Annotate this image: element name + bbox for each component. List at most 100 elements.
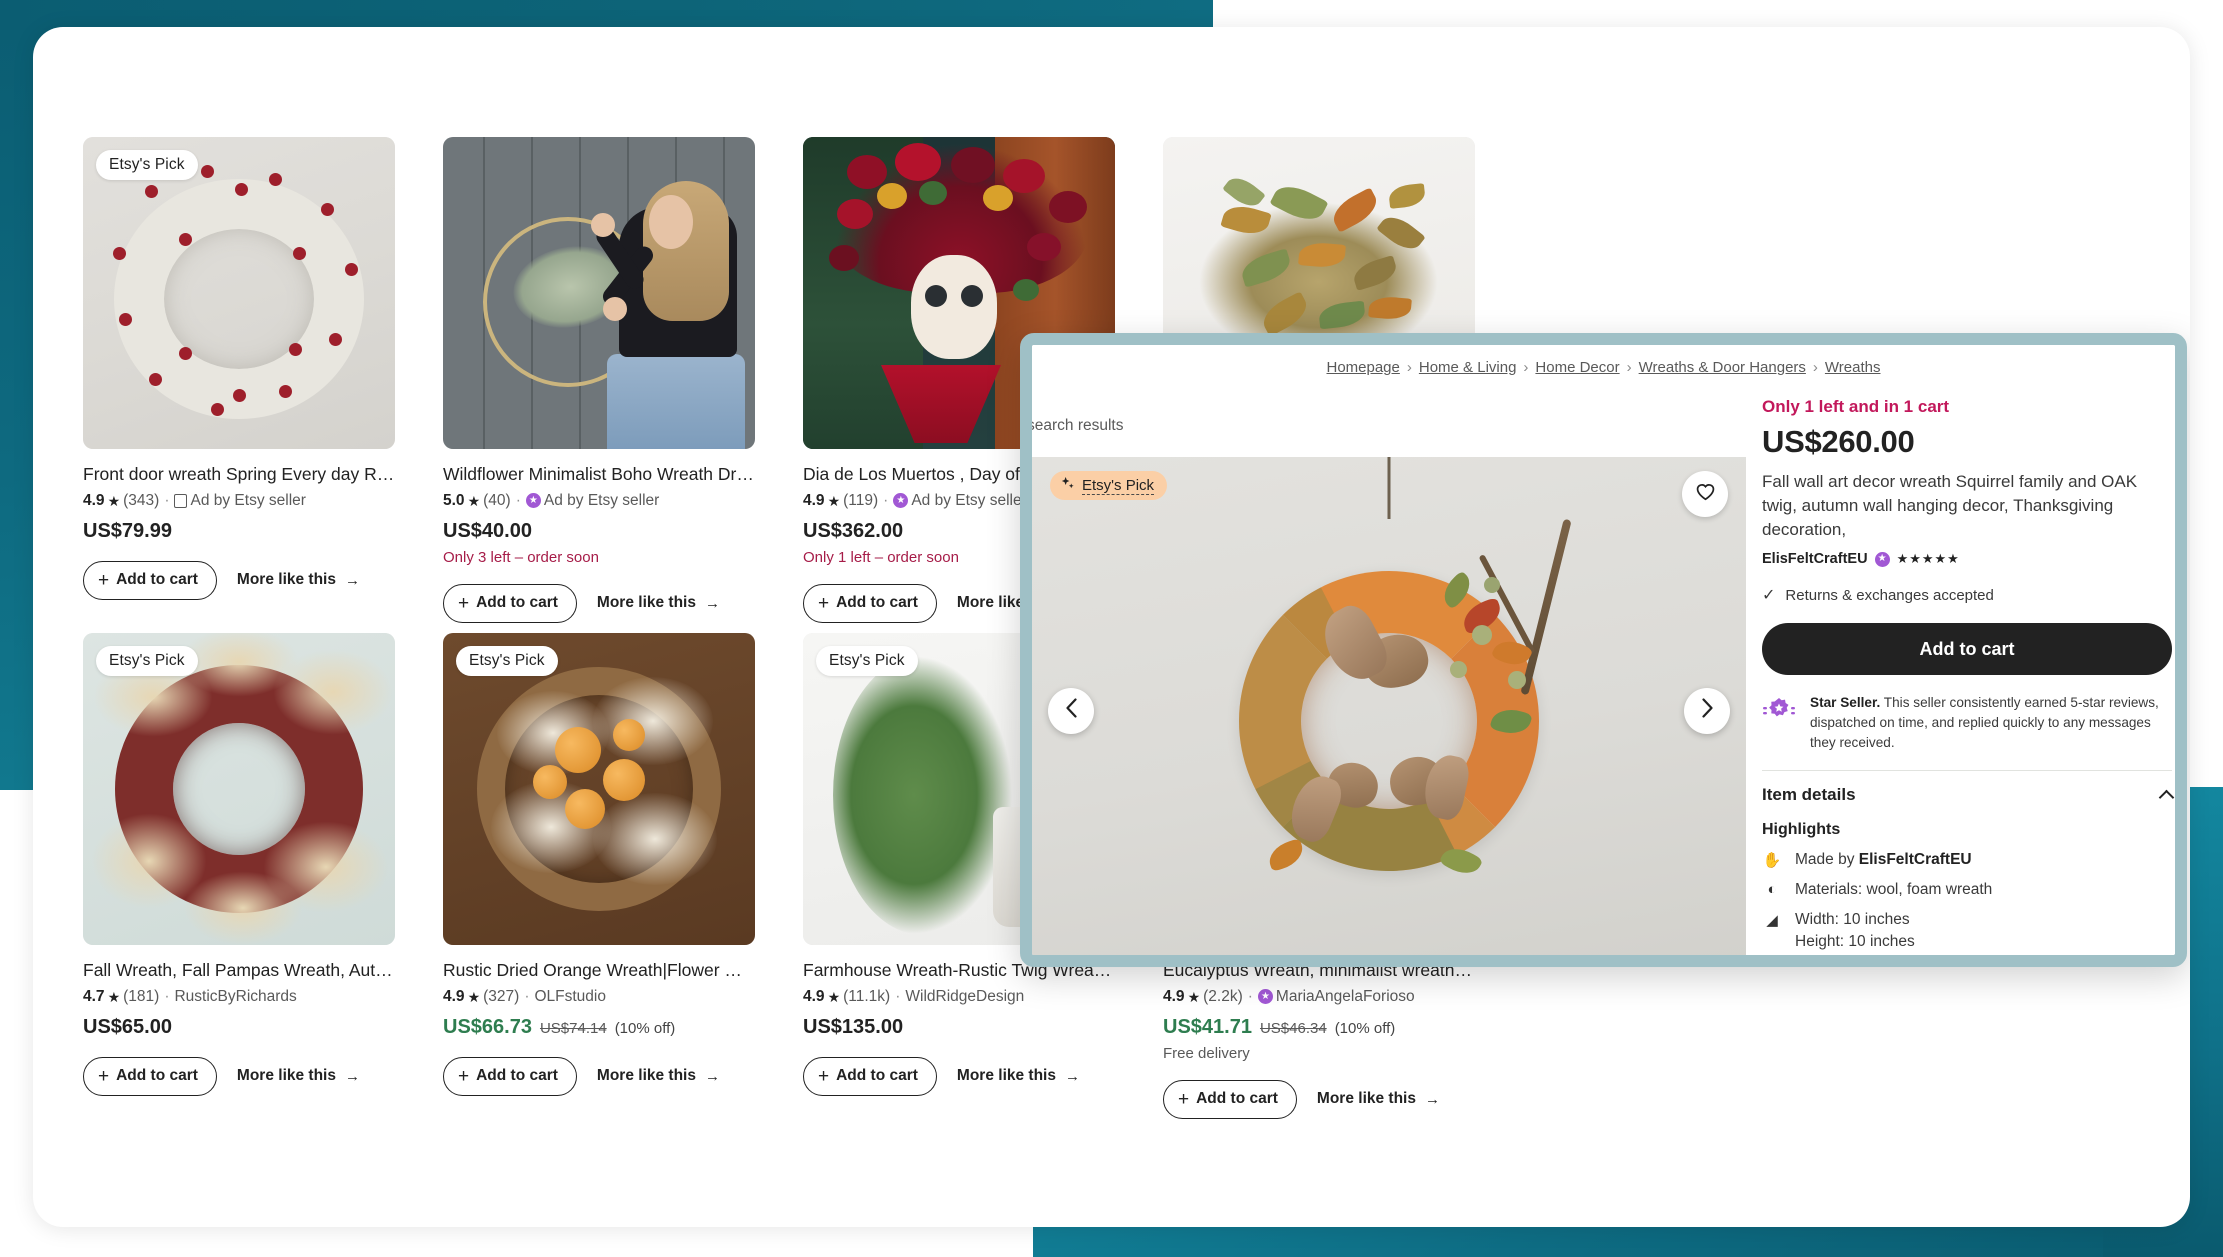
more-like-this-link[interactable]: More like this → <box>957 1067 1080 1085</box>
listing-hero-image <box>1032 457 1746 955</box>
product-price: US$135.00 <box>803 1016 1115 1039</box>
favorite-heart-button[interactable] <box>1682 471 1728 517</box>
add-to-cart-button[interactable]: + Add to cart <box>803 583 937 623</box>
product-card[interactable]: Etsy's Pick Fall Wreath, Fall Pampas Wrea… <box>59 632 419 1119</box>
star-icon: ★ <box>1187 988 1201 1005</box>
screenshot-stage: Etsy's Pick Front door wreath Spring Ever… <box>0 0 2223 1257</box>
add-to-cart-button[interactable]: + Add to cart <box>83 1056 217 1096</box>
plus-icon: + <box>458 1065 470 1087</box>
materials-icon: ◐ <box>1767 881 1777 899</box>
listing-quick-view-modal: Homepage › Home & Living › Home Decor › Wreath… <box>1020 333 2187 967</box>
product-image[interactable] <box>443 137 755 449</box>
product-title[interactable]: Front door wreath Spring Every day RedBe… <box>83 463 395 486</box>
star-icon: ★ <box>107 492 121 509</box>
product-card[interactable]: Etsy's Pick Rustic Dried Orange Wreath|Fl… <box>419 632 779 1119</box>
price-current: US$362.00 <box>803 519 904 542</box>
listing-title: Fall wall art decor wreath Squirrel fami… <box>1762 472 2138 540</box>
item-details-label: Item details <box>1762 785 1856 805</box>
price-current: US$135.00 <box>803 1015 904 1038</box>
breadcrumb-link-wreaths[interactable]: Wreaths <box>1825 359 1881 376</box>
product-card[interactable]: Wildflower Minimalist Boho Wreath Dried … <box>419 137 779 623</box>
add-to-cart-label: Add to cart <box>116 571 198 589</box>
price-current: US$79.99 <box>83 519 172 542</box>
plus-icon: + <box>458 592 470 614</box>
separator-dot: · <box>515 491 521 509</box>
arrow-right-icon: → <box>344 571 360 589</box>
rating-score: 4.7 <box>83 987 105 1005</box>
product-price: US$40.00 <box>443 520 755 543</box>
sparkle-icon <box>1060 476 1075 495</box>
star-seller-title: Star Seller. <box>1810 695 1881 711</box>
product-card[interactable]: Etsy's Pick Front door wreath Spring Ever… <box>59 137 419 623</box>
price-current: US$65.00 <box>83 1015 172 1038</box>
seller-name: OLFstudio <box>534 987 606 1005</box>
browser-page-card: Etsy's Pick Front door wreath Spring Ever… <box>33 27 2190 1227</box>
more-like-this-link[interactable]: More like this → <box>597 594 720 612</box>
breadcrumb-link-home-decor[interactable]: Home Decor <box>1535 359 1619 376</box>
more-like-this-link[interactable]: More like this → <box>597 1067 720 1085</box>
breadcrumb-link-wreaths-door-hangers[interactable]: Wreaths & Door Hangers <box>1639 359 1806 376</box>
breadcrumb: Homepage › Home & Living › Home Decor › Wreath… <box>1032 359 2175 376</box>
separator-dot: · <box>883 491 889 509</box>
rating-score: 4.9 <box>83 491 105 509</box>
product-rating-row: 4.9 ★ (343) · Ad by Etsy seller <box>83 492 395 510</box>
breadcrumb-link-homepage[interactable]: Homepage <box>1326 359 1399 376</box>
rating-score: 4.9 <box>1163 987 1185 1005</box>
ruler-icon: ◢ <box>1766 912 1778 930</box>
product-title[interactable]: Wildflower Minimalist Boho Wreath Dried … <box>443 463 755 486</box>
highlight-row: ◢ Width: 10 inches <box>1762 911 2172 929</box>
ad-square-icon <box>174 493 188 508</box>
separator-dot: · <box>895 987 901 1005</box>
product-image[interactable]: Etsy's Pick <box>83 632 395 945</box>
add-to-cart-label: Add to cart <box>476 594 558 612</box>
add-to-cart-button[interactable]: + Add to cart <box>83 560 217 600</box>
add-to-cart-button[interactable]: + Add to cart <box>1163 1079 1297 1119</box>
product-image[interactable]: Etsy's Pick <box>443 632 755 945</box>
product-title[interactable]: Fall Wreath, Fall Pampas Wreath, Autumn … <box>83 959 395 982</box>
review-count: (181) <box>123 987 160 1005</box>
star-icon: ★ <box>107 988 121 1005</box>
highlight-value: 10 inches <box>1843 911 1910 929</box>
shop-row[interactable]: ElisFeltCraftEU ★ ★★★★★ <box>1762 551 2172 567</box>
product-price: US$41.71 US$46.34 (10% off) <box>1163 1016 1475 1039</box>
dimension-line: Height: 10 inches <box>1795 933 1915 951</box>
shop-name: ElisFeltCraftEU <box>1762 551 1868 568</box>
add-to-cart-label: Add to cart <box>476 1067 558 1084</box>
highlight-text: Materials: wool, foam wreath <box>1795 881 1992 899</box>
more-like-this-link[interactable]: More like this → <box>1317 1090 1440 1108</box>
product-rating-row: 4.7 ★ (181) · RusticByRichards <box>83 988 395 1006</box>
star-seller-badge-icon <box>1762 693 1796 732</box>
modal-add-to-cart-button[interactable]: Add to cart <box>1762 623 2172 676</box>
returns-policy-row: ✓ Returns & exchanges accepted <box>1762 585 2172 605</box>
highlight-label: Made by <box>1795 851 1859 869</box>
add-to-cart-button[interactable]: + Add to cart <box>443 583 577 623</box>
plus-icon: + <box>98 1065 110 1087</box>
gallery-next-button[interactable] <box>1684 688 1730 734</box>
gallery-prev-button[interactable] <box>1048 688 1094 734</box>
separator-dot: · <box>1247 987 1253 1005</box>
more-like-this-link[interactable]: More like this → <box>237 571 360 589</box>
product-price: US$79.99 <box>83 520 395 543</box>
plus-icon: + <box>818 592 830 614</box>
breadcrumb-separator: › <box>1626 359 1632 376</box>
add-to-cart-button[interactable]: + Add to cart <box>443 1056 577 1096</box>
add-to-cart-button[interactable]: + Add to cart <box>803 1056 937 1096</box>
product-price: US$65.00 <box>83 1016 395 1039</box>
rating-score: 5.0 <box>443 491 465 509</box>
listing-image-gallery[interactable]: Etsy's Pick <box>1032 457 1746 955</box>
hand-made-icon: ✋ <box>1762 852 1782 870</box>
breadcrumb-link-home-living[interactable]: Home & Living <box>1419 359 1517 376</box>
etsys-pick-badge-modal[interactable]: Etsy's Pick <box>1050 471 1168 500</box>
separator-dot: · <box>524 987 530 1005</box>
product-title[interactable]: Rustic Dried Orange Wreath|Flower Wall H… <box>443 959 755 982</box>
highlight-label: Materials: <box>1795 881 1867 899</box>
price-discount: (10% off) <box>1334 1019 1396 1037</box>
star-icon: ★ <box>827 988 841 1005</box>
more-like-this-link[interactable]: More like this → <box>237 1067 360 1085</box>
review-count: (327) <box>483 987 520 1005</box>
price-current: US$66.73 <box>443 1015 532 1038</box>
product-image[interactable]: Etsy's Pick <box>83 137 395 449</box>
listing-price: US$260.00 <box>1762 424 1915 459</box>
item-details-accordion[interactable]: Item details <box>1762 785 2175 806</box>
rating-score: 4.9 <box>803 987 825 1005</box>
